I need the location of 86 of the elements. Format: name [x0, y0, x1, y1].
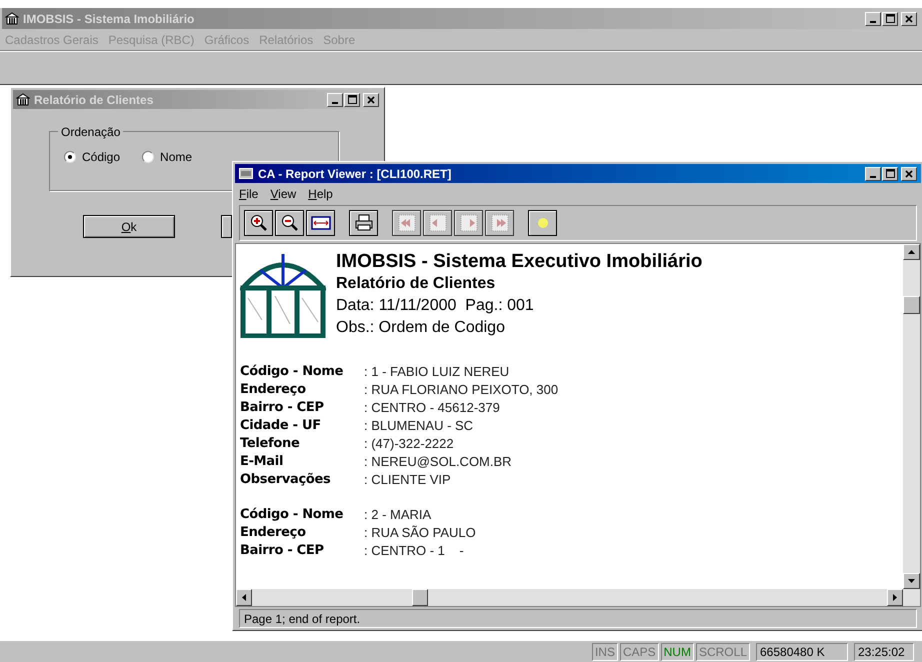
field-label: Observações	[240, 471, 332, 490]
report-date: Data: 11/11/2000 Pag.: 001	[336, 296, 535, 316]
field-value: : (47)-322-2222	[364, 435, 454, 454]
field-value: : NEREU@SOL.COM.BR	[364, 453, 512, 472]
maximize-icon	[886, 169, 894, 178]
key-indicator: INS	[592, 642, 618, 660]
field-value: : 2 - MARIA	[364, 506, 432, 524]
viewer-minimize-button[interactable]	[865, 166, 881, 180]
close-icon	[905, 14, 913, 22]
down-arrow-icon	[908, 579, 915, 583]
field-value: : CENTRO - 1 -	[364, 542, 464, 560]
field-value: : RUA SÃO PAULO	[364, 524, 476, 542]
zoom-in-icon	[248, 214, 268, 232]
field-label: Bairro - CEP	[240, 542, 325, 560]
toolbar-button[interactable]	[306, 210, 335, 236]
previous-page-icon	[428, 214, 448, 232]
app-minimize-button[interactable]	[865, 12, 881, 26]
viewer-menu-item[interactable]: Help	[308, 185, 333, 203]
right-arrow-icon	[893, 594, 897, 601]
field-label: Endereço	[240, 381, 307, 400]
field-label: E-Mail	[240, 453, 284, 472]
report-subtitle: Relatório de Clientes	[336, 274, 496, 294]
last-page-icon	[490, 214, 510, 232]
house-icon	[16, 93, 30, 106]
report-heading: IMOBSIS - Sistema Executivo Imobiliário	[336, 251, 702, 273]
viewer-title: CA - Report Viewer : [CLI100.RET]	[258, 166, 452, 182]
field-value: : BLUMENAU - SC	[364, 417, 474, 436]
dialog-button[interactable]	[221, 215, 232, 238]
viewer-close-button[interactable]	[901, 166, 917, 180]
key-indicator: CAPS	[620, 642, 659, 660]
toolbar-button[interactable]	[349, 210, 378, 236]
field-label: Cidade - UF	[240, 417, 322, 436]
horizontal-scrollbar[interactable]	[236, 589, 920, 606]
clock: 23:25:02	[854, 642, 914, 660]
dialog-close-button[interactable]	[363, 92, 379, 106]
up-arrow-icon	[908, 250, 915, 254]
scroll-down-button[interactable]	[903, 573, 920, 589]
field-value: : RUA FLORIANO PEIXOTO, 300	[364, 381, 558, 400]
app-close-button[interactable]	[901, 12, 917, 26]
scroll-thumb[interactable]	[412, 589, 428, 606]
report-note: Obs.: Ordem de Codigo	[336, 318, 506, 338]
minimize-icon	[870, 20, 876, 22]
field-label: Código - Nome	[240, 363, 344, 382]
field-label: Código - Nome	[240, 506, 344, 524]
key-indicator: NUM	[660, 642, 694, 660]
scroll-up-button[interactable]	[903, 244, 920, 260]
maximize-icon	[886, 14, 894, 23]
zoom-out-icon	[280, 214, 300, 232]
maximize-icon	[348, 95, 356, 104]
vertical-scrollbar[interactable]	[903, 244, 920, 589]
viewer-menu-item[interactable]: File	[239, 185, 258, 203]
toolbar-button[interactable]	[528, 210, 557, 236]
dialog-minimize-button[interactable]	[327, 92, 343, 106]
field-label: Bairro - CEP	[240, 399, 325, 418]
left-arrow-icon	[242, 594, 246, 601]
viewer-maximize-button[interactable]	[882, 166, 898, 180]
app-maximize-button[interactable]	[882, 12, 898, 26]
next-page-icon	[458, 214, 478, 232]
first-page-icon	[396, 214, 416, 232]
field-value: : CENTRO - 45612-379	[364, 399, 500, 418]
ok-button[interactable]: Ok	[83, 215, 175, 238]
close-icon	[367, 96, 375, 104]
field-value: : CLIENTE VIP	[364, 471, 451, 490]
scroll-right-button[interactable]	[887, 589, 903, 606]
app-title: IMOBSIS - Sistema Imobiliário	[23, 10, 194, 28]
field-value: : 1 - FABIO LUIZ NEREU	[364, 363, 510, 382]
field-label: Endereço	[240, 524, 307, 542]
toolbar-button[interactable]	[244, 210, 273, 236]
toolbar-button[interactable]	[275, 210, 304, 236]
radio-option[interactable]: Nome	[142, 148, 192, 166]
dialog-title: Relatório de Clientes	[34, 92, 154, 108]
minimize-icon	[332, 102, 338, 104]
dialog-maximize-button[interactable]	[344, 92, 360, 106]
radio-option[interactable]: Código	[64, 148, 120, 166]
minimize-icon	[870, 176, 876, 178]
close-icon	[905, 170, 913, 178]
scroll-left-button[interactable]	[236, 589, 252, 606]
viewer-app-icon	[239, 168, 253, 179]
print-icon	[354, 214, 374, 232]
viewer-menu-item[interactable]: View	[270, 185, 296, 203]
scroll-thumb[interactable]	[903, 296, 920, 314]
house-icon	[5, 12, 19, 25]
memory-indicator: 66580480 K	[756, 642, 848, 660]
key-indicator: SCROLL	[696, 642, 750, 660]
fit-page-icon	[310, 214, 330, 232]
field-label: Telefone	[240, 435, 300, 454]
